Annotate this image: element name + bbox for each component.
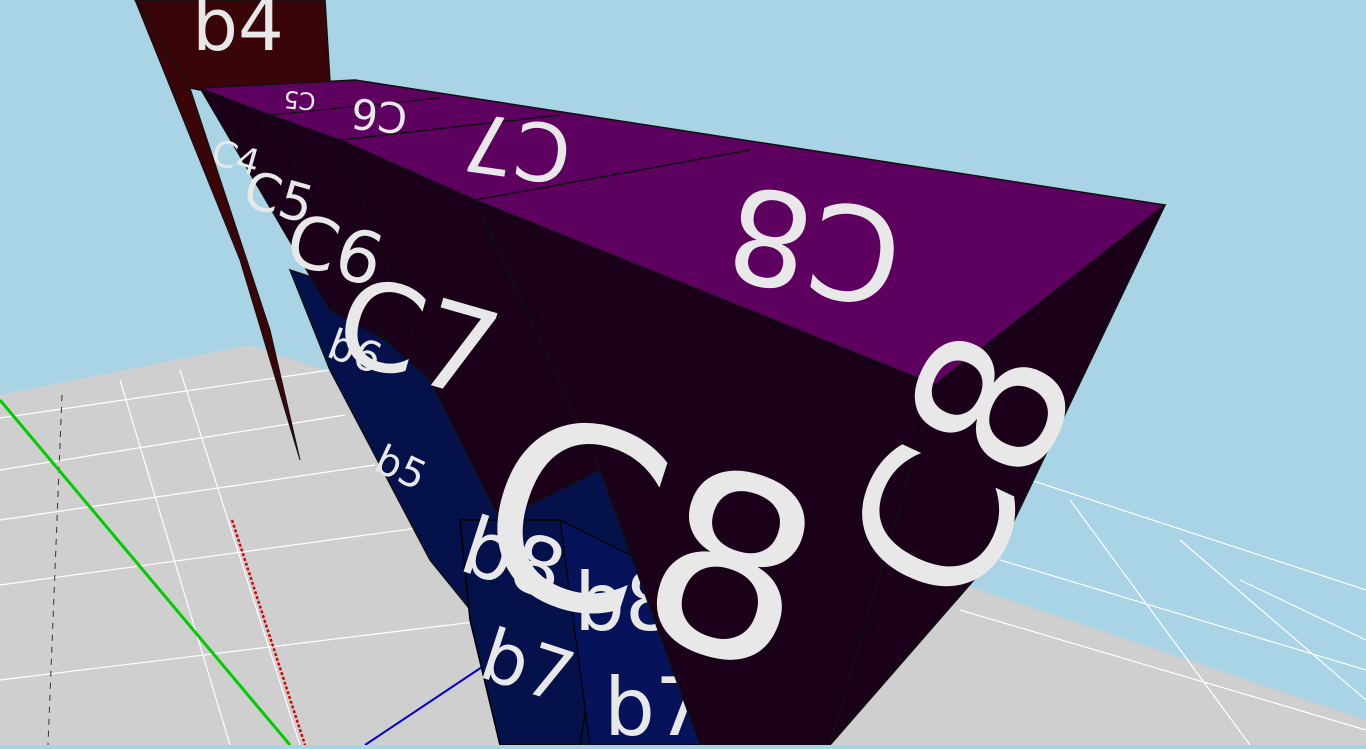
cube-b4-label: b4 bbox=[192, 0, 284, 67]
scene-canvas[interactable]: b4 b8 b7 b8 b7 b6 b5 C8 C7 C6 C5 C8 C8 C… bbox=[0, 0, 1366, 749]
cube-c7-top-label: C7 bbox=[458, 94, 577, 201]
3d-viewport[interactable]: b4 b8 b7 b8 b7 b6 b5 C8 C7 C6 C5 C8 C8 C… bbox=[0, 0, 1366, 749]
cube-c8-top-label: C8 bbox=[716, 155, 913, 335]
cube-c5-top-label: C5 bbox=[282, 85, 316, 116]
cube-c6-top-label: C6 bbox=[349, 88, 410, 143]
